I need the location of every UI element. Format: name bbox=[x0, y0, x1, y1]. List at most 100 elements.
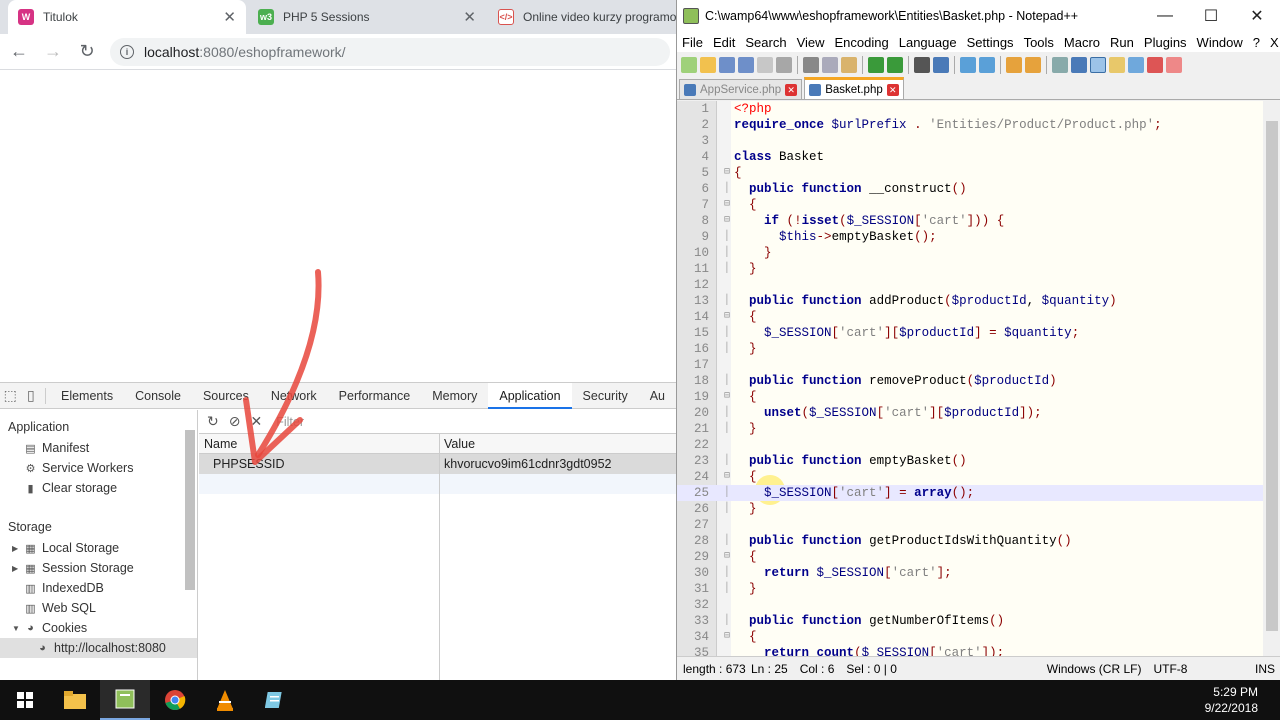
fold-toggle-icon[interactable]: ⊟ bbox=[722, 469, 732, 485]
file-tab-appservice[interactable]: AppService.php ✕ bbox=[679, 79, 803, 99]
record-macro-icon[interactable] bbox=[1147, 57, 1163, 73]
filter-input[interactable]: Filter bbox=[276, 415, 304, 429]
replace-icon[interactable] bbox=[933, 57, 949, 73]
code-line[interactable]: 14 ⊟ { bbox=[677, 309, 1263, 325]
code-line[interactable]: 18 │ public function removeProduct($produ… bbox=[677, 373, 1263, 389]
function-list-icon[interactable] bbox=[1128, 57, 1144, 73]
devtools-tab-application[interactable]: Application bbox=[488, 382, 572, 409]
redo-icon[interactable] bbox=[887, 57, 903, 73]
menu-plugins[interactable]: Plugins bbox=[1139, 35, 1192, 50]
windows-start-icon[interactable] bbox=[0, 680, 50, 720]
paste-icon[interactable] bbox=[841, 57, 857, 73]
code-line[interactable]: 27 bbox=[677, 517, 1263, 533]
address-bar[interactable]: i localhost:8080/eshopframework/ bbox=[110, 37, 670, 66]
code-line[interactable]: 11 │ } bbox=[677, 261, 1263, 277]
menu-window[interactable]: Window bbox=[1192, 35, 1248, 50]
clear-icon[interactable]: ✕ bbox=[250, 413, 262, 430]
sidebar-item-local-storage[interactable]: ▶ ▦ Local Storage bbox=[0, 538, 197, 558]
copy-icon[interactable] bbox=[822, 57, 838, 73]
print-icon[interactable] bbox=[776, 57, 792, 73]
expand-triangle-icon[interactable]: ▶ bbox=[12, 564, 22, 573]
sidebar-item-web-sql[interactable]: ▥ Web SQL bbox=[0, 598, 197, 618]
chrome-tab-php-sessions[interactable]: w3 PHP 5 Sessions ✕ bbox=[248, 0, 486, 34]
menu-edit[interactable]: Edit bbox=[708, 35, 740, 50]
undo-icon[interactable] bbox=[868, 57, 884, 73]
sidebar-item-clear-storage[interactable]: ▮ Clear storage bbox=[0, 478, 197, 498]
code-line[interactable]: 25 │ $_SESSION['cart'] = array(); bbox=[677, 485, 1263, 501]
device-toolbar-icon[interactable]: ▯ bbox=[21, 383, 42, 409]
code-line[interactable]: 8 ⊟ if (!isset($_SESSION['cart'])) { bbox=[677, 213, 1263, 229]
code-line[interactable]: 3 bbox=[677, 133, 1263, 149]
maximize-icon[interactable]: ☐ bbox=[1188, 0, 1234, 32]
zoom-out-icon[interactable] bbox=[979, 57, 995, 73]
info-icon[interactable]: i bbox=[120, 44, 134, 59]
menu-search[interactable]: Search bbox=[740, 35, 791, 50]
sidebar-scrollbar[interactable] bbox=[185, 420, 195, 670]
sidebar-item-session-storage[interactable]: ▶ ▦ Session Storage bbox=[0, 558, 197, 578]
fold-toggle-icon[interactable]: ⊟ bbox=[722, 213, 732, 229]
menu-encoding[interactable]: Encoding bbox=[830, 35, 894, 50]
back-arrow-icon[interactable]: ← bbox=[4, 37, 34, 67]
devtools-tab-security[interactable]: Security bbox=[572, 383, 639, 409]
save-all-icon[interactable] bbox=[738, 57, 754, 73]
code-line[interactable]: 26 │ } bbox=[677, 501, 1263, 517]
fold-toggle-icon[interactable]: ⊟ bbox=[722, 549, 732, 565]
sync-h-icon[interactable] bbox=[1025, 57, 1041, 73]
system-clock[interactable]: 5:29 PM 9/22/2018 bbox=[1200, 684, 1280, 716]
code-line[interactable]: 23 │ public function emptyBasket() bbox=[677, 453, 1263, 469]
close-tab-icon[interactable]: ✕ bbox=[223, 8, 236, 26]
code-line[interactable]: 7 ⊟ { bbox=[677, 197, 1263, 213]
menu-macro[interactable]: Macro bbox=[1059, 35, 1105, 50]
menu-file[interactable]: File bbox=[677, 35, 708, 50]
code-line[interactable]: 29 ⊟ { bbox=[677, 549, 1263, 565]
sidebar-item-cookie-localhost[interactable]: ◕ http://localhost:8080 bbox=[0, 638, 197, 658]
notepad-icon[interactable] bbox=[250, 680, 300, 720]
scrollbar-thumb[interactable] bbox=[1266, 121, 1278, 631]
editor-scrollbar[interactable] bbox=[1263, 101, 1280, 656]
stop-macro-icon[interactable] bbox=[1166, 57, 1182, 73]
expand-triangle-icon[interactable]: ▶ bbox=[12, 544, 22, 553]
code-line[interactable]: 12 bbox=[677, 277, 1263, 293]
code-line[interactable]: 16 │ } bbox=[677, 341, 1263, 357]
find-icon[interactable] bbox=[914, 57, 930, 73]
devtools-tab-audits[interactable]: Au bbox=[639, 383, 676, 409]
refresh-icon[interactable]: ↻ bbox=[207, 413, 219, 430]
menu-run[interactable]: Run bbox=[1105, 35, 1139, 50]
code-line[interactable]: 22 bbox=[677, 437, 1263, 453]
reload-icon[interactable]: ↻ bbox=[72, 37, 102, 67]
devtools-tab-network[interactable]: Network bbox=[260, 383, 328, 409]
code-line[interactable]: 5 ⊟{ bbox=[677, 165, 1263, 181]
sidebar-item-cookies[interactable]: ▼ ◕ Cookies bbox=[0, 618, 197, 638]
menu-tools[interactable]: Tools bbox=[1019, 35, 1059, 50]
code-line[interactable]: 17 bbox=[677, 357, 1263, 373]
chrome-taskbar-icon[interactable] bbox=[150, 680, 200, 720]
close-tab-icon[interactable]: ✕ bbox=[463, 8, 476, 26]
sidebar-item-indexeddb[interactable]: ▥ IndexedDB bbox=[0, 578, 197, 598]
cut-icon[interactable] bbox=[803, 57, 819, 73]
column-header-name[interactable]: Name bbox=[199, 434, 439, 453]
sidebar-item-manifest[interactable]: ▤ Manifest bbox=[0, 438, 197, 458]
indent-guide-icon[interactable] bbox=[1090, 57, 1106, 73]
forward-arrow-icon[interactable]: → bbox=[38, 37, 68, 67]
block-icon[interactable]: ⊘ bbox=[229, 413, 241, 430]
close-file-icon[interactable] bbox=[757, 57, 773, 73]
code-line[interactable]: 28 │ public function getProductIdsWithQua… bbox=[677, 533, 1263, 549]
code-line[interactable]: 4 class Basket bbox=[677, 149, 1263, 165]
open-file-icon[interactable] bbox=[700, 57, 716, 73]
inspect-element-icon[interactable]: ⬚ bbox=[0, 383, 21, 409]
doc-map-icon[interactable] bbox=[1109, 57, 1125, 73]
file-explorer-icon[interactable] bbox=[50, 680, 100, 720]
column-header-value[interactable]: Value bbox=[439, 434, 675, 453]
close-tab-icon[interactable]: ✕ bbox=[886, 83, 899, 96]
code-editor[interactable]: 1 <?php 2 require_once $urlPrefix . 'Entiti… bbox=[677, 101, 1280, 656]
menu-help[interactable]: ? bbox=[1248, 35, 1265, 50]
chrome-tab-titulok[interactable]: W Titulok ✕ bbox=[8, 0, 246, 34]
code-line[interactable]: 6 │ public function __construct() bbox=[677, 181, 1263, 197]
code-line[interactable]: 19 ⊟ { bbox=[677, 389, 1263, 405]
menu-view[interactable]: View bbox=[792, 35, 830, 50]
notepadpp-taskbar-icon[interactable] bbox=[100, 680, 150, 720]
devtools-tab-sources[interactable]: Sources bbox=[192, 383, 260, 409]
fold-toggle-icon[interactable]: ⊟ bbox=[722, 629, 732, 645]
devtools-tab-elements[interactable]: Elements bbox=[50, 383, 124, 409]
menu-settings[interactable]: Settings bbox=[962, 35, 1019, 50]
